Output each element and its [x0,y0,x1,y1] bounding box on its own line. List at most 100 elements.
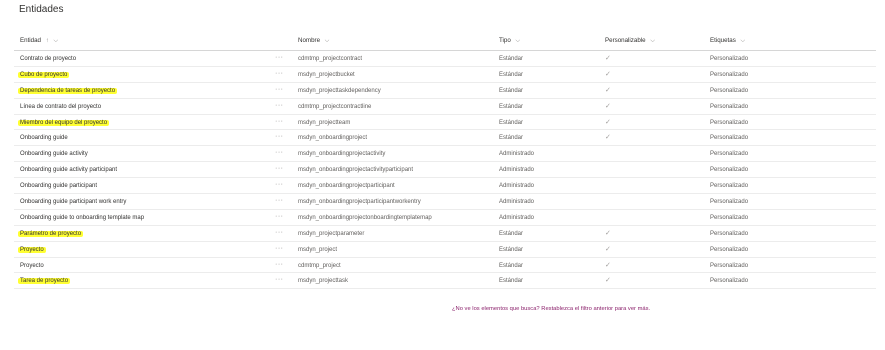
table-row[interactable]: Miembro del equipo del proyecto ··· msdyn_… [14,115,876,131]
checkmark-icon: ✓ [605,261,611,269]
column-header-personalizable[interactable]: Personalizable ⌵ [605,37,655,45]
entity-tags: Personalizado [710,183,749,190]
entity-display-name[interactable]: Onboarding guide activity [20,150,88,158]
column-header-nombre[interactable]: Nombre ⌵ [298,37,329,45]
entity-tags: Personalizado [710,262,749,269]
checkmark-icon: ✓ [605,245,611,253]
more-options-icon[interactable]: ··· [275,86,284,93]
table-header: Entidad ↑ ⌵ Nombre ⌵ Tipo ⌵ Personalizab… [14,33,876,51]
entity-display-name[interactable]: Onboarding guide participant [20,182,97,190]
table-row[interactable]: Proyecto ··· msdyn_project Estándar ✓ Persona… [14,242,876,258]
entity-type: Administrado [499,183,535,190]
entity-tags: Personalizado [710,135,749,142]
entity-type: Estándar [499,87,524,94]
table-row[interactable]: Onboarding guide to onboarding template … [14,210,876,226]
entity-type: Estándar [499,278,524,285]
entity-display-name[interactable]: Onboarding guide [20,134,68,142]
chevron-down-icon: ⌵ [515,38,521,44]
checkmark-icon: ✓ [605,86,611,94]
entity-type: Estándar [499,119,524,126]
entity-display-name-text: Tarea de proyecto [18,278,71,285]
entity-display-name[interactable]: Proyecto [18,246,46,254]
more-options-icon[interactable]: ··· [275,197,284,204]
entity-display-name-text: Proyecto [20,262,44,269]
entity-logical-name: msdyn_onboardingproject [298,135,368,142]
more-options-icon[interactable]: ··· [275,165,284,172]
entity-tags: Personalizado [710,199,749,206]
more-options-icon[interactable]: ··· [275,181,284,188]
entity-type: Administrado [499,167,535,174]
entity-display-name[interactable]: Onboarding guide to onboarding template … [20,214,144,222]
table-row[interactable]: Tarea de proyecto ··· msdyn_projecttask Est… [14,273,876,290]
entity-type: Administrado [499,214,535,221]
arrow-up-icon: ↑ [45,38,49,44]
entity-display-name[interactable]: Parámetro de proyecto [18,230,84,238]
column-header-label: Etiquetas [710,37,736,44]
more-options-icon[interactable]: ··· [275,102,284,109]
entity-display-name[interactable]: Línea de contrato del proyecto [20,103,101,111]
entity-type: Estándar [499,71,524,78]
entity-display-name-text: Onboarding guide [20,135,68,142]
entity-display-name[interactable]: Dependencia de tareas de proyecto [18,87,118,95]
entity-display-name-text: Parámetro de proyecto [18,230,84,237]
table-row[interactable]: Onboarding guide participant work entry ·… [14,194,876,210]
table-row[interactable]: Parámetro de proyecto ··· msdyn_projectpar… [14,226,876,242]
table-body: Contrato de proyecto ··· cdmtmp_projectcon… [14,51,876,290]
entity-logical-name: msdyn_projectparameter [298,230,365,237]
entity-logical-name: msdyn_projectteam [298,119,351,126]
table-row[interactable]: Onboarding guide participant ··· msdyn_onb… [14,178,876,195]
more-options-icon[interactable]: ··· [275,245,284,252]
table-row[interactable]: Onboarding guide activity participant ···… [14,162,876,179]
entity-display-name[interactable]: Cubo de proyecto [18,71,70,79]
checkmark-icon: ✓ [605,277,611,285]
column-header-label: Nombre [298,37,321,44]
entity-display-name-text: Dependencia de tareas de proyecto [18,87,118,94]
entity-type: Administrado [499,151,535,158]
more-options-icon[interactable]: ··· [275,261,284,268]
entity-logical-name: msdyn_onboardingprojectparticipantworken… [298,199,421,206]
more-options-icon[interactable]: ··· [275,118,284,125]
entity-display-name-text: Línea de contrato del proyecto [20,103,102,110]
entity-logical-name: msdyn_onboardingprojectactivityparticipa… [298,167,414,174]
table-row[interactable]: Proyecto ··· cdmtmp_project Estándar ✓ Person… [14,258,876,274]
entity-logical-name: msdyn_project [298,246,338,253]
more-options-icon[interactable]: ··· [275,149,284,156]
table-row[interactable]: Línea de contrato del proyecto ··· cdmtmp_… [14,99,876,115]
column-header-tipo[interactable]: Tipo ⌵ [499,37,520,45]
table-row[interactable]: Onboarding guide activity ··· msdyn_onboar… [14,146,876,163]
table-row[interactable]: Dependencia de tareas de proyecto ··· msdy… [14,83,876,99]
more-options-icon[interactable]: ··· [275,229,284,236]
checkmark-icon: ✓ [605,70,611,78]
table-row[interactable]: Onboarding guide ··· msdyn_onboardingproje… [14,130,876,147]
entity-logical-name: msdyn_onboardingprojectactivity [298,151,386,158]
entity-display-name[interactable]: Onboarding guide activity participant [20,166,117,174]
table-row[interactable]: Cubo de proyecto ··· msdyn_projectbucket Es… [14,67,876,83]
entity-display-name-text: Onboarding guide activity participant [20,167,118,174]
column-header-entidad[interactable]: Entidad ↑ ⌵ [20,37,58,45]
column-header-label: Personalizable [605,37,646,44]
more-options-icon[interactable]: ··· [275,133,284,140]
entity-tags: Personalizado [710,230,749,237]
entity-logical-name: cdmtmp_projectcontractline [298,103,372,110]
entity-display-name[interactable]: Tarea de proyecto [18,277,71,285]
entity-display-name[interactable]: Proyecto [20,262,44,270]
entity-display-name-text: Contrato de proyecto [20,56,77,62]
checkmark-icon: ✓ [605,102,611,110]
page-title: Entidades [19,4,64,15]
entity-logical-name: msdyn_projecttaskdependency [298,87,381,94]
column-header-etiquetas[interactable]: Etiquetas ⌵ [710,37,745,45]
entity-display-name-text: Proyecto [18,246,46,253]
checkmark-icon: ✓ [605,55,611,62]
more-options-icon[interactable]: ··· [275,54,284,61]
entity-type: Estándar [499,135,524,142]
entity-display-name[interactable]: Contrato de proyecto [20,55,76,63]
table-row[interactable]: Contrato de proyecto ··· cdmtmp_projectcon… [14,51,876,67]
entity-display-name[interactable]: Onboarding guide participant work entry [20,198,126,206]
more-options-icon[interactable]: ··· [275,213,284,220]
reset-filter-link[interactable]: ¿No ve los elementos que busca? Restable… [452,306,650,312]
entity-display-name[interactable]: Miembro del equipo del proyecto [18,119,110,127]
more-options-icon[interactable]: ··· [275,70,284,77]
entity-logical-name: msdyn_onboardingprojectparticipant [298,183,395,190]
more-options-icon[interactable]: ··· [275,276,284,283]
entities-table: Entidad ↑ ⌵ Nombre ⌵ Tipo ⌵ Personalizab… [14,33,876,290]
